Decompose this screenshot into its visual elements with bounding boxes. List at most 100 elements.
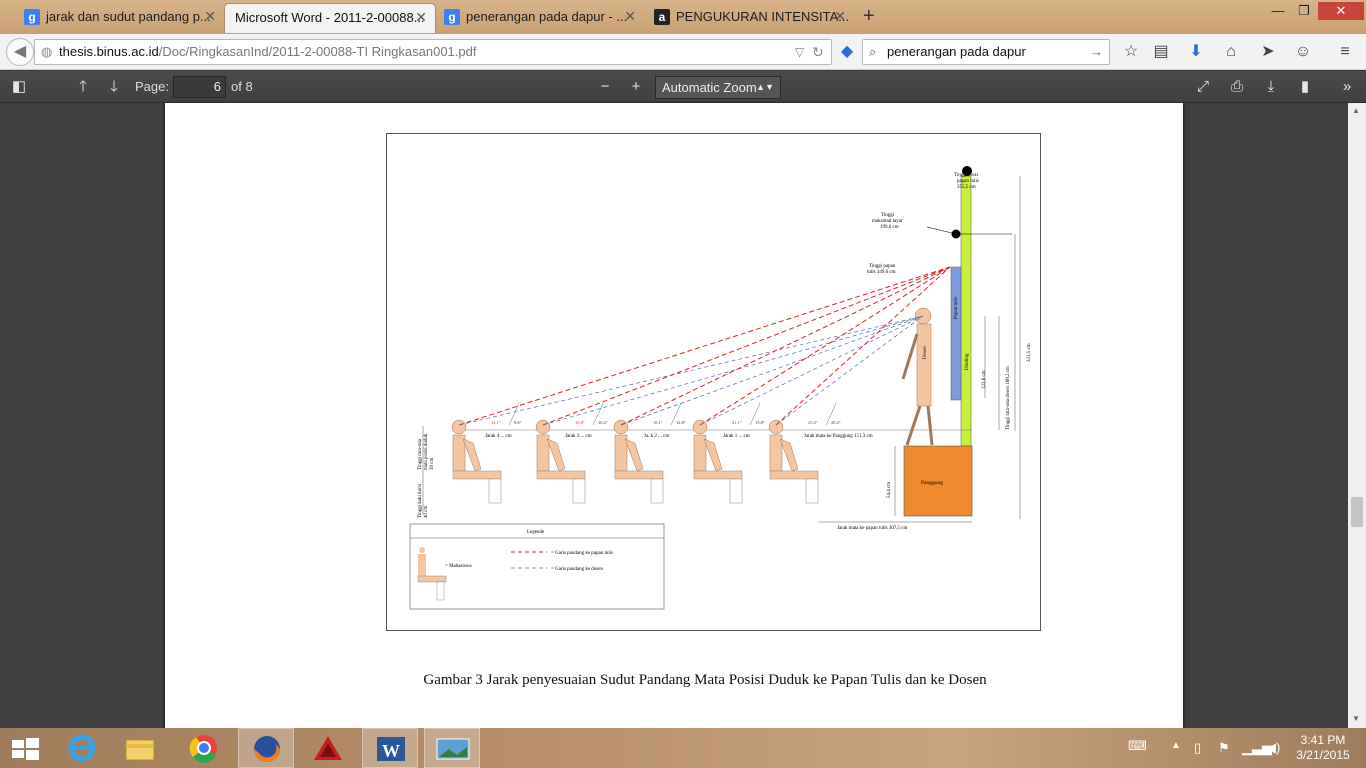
internet-explorer-icon[interactable] [56, 728, 112, 768]
wall [960, 175, 972, 447]
close-tab-icon[interactable]: ✕ [204, 3, 216, 30]
photo-viewer-icon[interactable] [424, 728, 480, 768]
student-figure [768, 419, 819, 504]
jarak-papan-label: Jarak mata ke papan tulis 307,5 cm [837, 526, 908, 531]
papan-tulis-label: Papan tulis [954, 297, 959, 319]
svg-text:W: W [382, 741, 400, 761]
google-g-icon: g [24, 9, 40, 25]
tinggi-awal-label: Tinggi awal papan tulis 255,5 cm [954, 173, 979, 190]
students-group [451, 419, 819, 504]
legend-student: = Mahasiswa [445, 564, 472, 569]
print-icon[interactable]: ⎙ [1226, 77, 1248, 97]
scroll-up-icon[interactable]: ▲ [1352, 106, 1360, 115]
keyboard-icon[interactable]: ⌨ [1128, 738, 1147, 754]
back-button[interactable]: ◀ [6, 38, 34, 66]
tinggi-papan-label: Tinggi papan tulis 149,6 cm [867, 264, 896, 275]
zoom-in-icon[interactable]: + [625, 77, 647, 97]
sightline-to-lecturer [775, 315, 924, 426]
close-tab-icon[interactable]: ✕ [834, 3, 846, 30]
chrome-icon[interactable] [176, 728, 232, 768]
send-icon[interactable]: ➤ [1257, 42, 1279, 62]
angle-to-lecturer: 10,2° [598, 420, 608, 426]
tools-chevron-icon[interactable]: » [1336, 77, 1358, 97]
autocad-icon[interactable] [300, 728, 356, 768]
sightline-to-board [542, 266, 951, 426]
dinding-label: Dinding [965, 353, 970, 370]
bookmark-star-icon[interactable]: ☆ [1120, 42, 1142, 62]
search-bar[interactable]: ⌕ penerangan pada dapur → [862, 39, 1110, 65]
tinggi-kaki-label: Tinggi kaki kursi40 cm [418, 483, 429, 518]
close-tab-icon[interactable]: ✕ [624, 3, 636, 30]
student-figure [451, 419, 502, 504]
close-window-button[interactable]: ✕ [1318, 2, 1364, 20]
page-number-input[interactable]: 6 [173, 76, 226, 98]
scrollbar-thumb[interactable] [1351, 497, 1363, 527]
vertical-scrollbar[interactable]: ▲ ▼ [1348, 103, 1366, 728]
scroll-down-icon[interactable]: ▼ [1352, 714, 1360, 723]
windows-logo-icon [12, 738, 39, 760]
zoom-value: Automatic Zoom [662, 80, 757, 95]
previous-page-icon[interactable]: 🡑 [72, 77, 94, 97]
sightline-to-board [620, 266, 951, 426]
smiley-icon[interactable]: ☺ [1292, 42, 1314, 62]
tab-jarak[interactable]: g jarak dan sudut pandang p... ✕ [6, 3, 224, 33]
page-count: of 8 [231, 79, 253, 94]
fullscreen-icon[interactable]: ⤢ [1192, 77, 1214, 97]
next-page-icon[interactable]: 🡓 [103, 77, 125, 97]
menu-icon[interactable]: ≡ [1334, 42, 1356, 62]
download-icon[interactable]: ⬇ [1185, 42, 1207, 62]
pdf-viewer[interactable]: 14,1° 9,6° 15,8° 10,2° 18,1° 12,8° 21,1° 15,8° 2… [0, 103, 1348, 728]
minimize-button[interactable]: — [1264, 2, 1292, 20]
url-bar[interactable]: ◍ thesis.binus.ac.id/Doc/RingkasanInd/20… [34, 39, 832, 65]
legend-title: Legende [527, 530, 545, 535]
usb-icon[interactable]: ▯ [1194, 740, 1201, 756]
clock-time: 3:41 PM [1300, 733, 1346, 747]
action-center-icon[interactable]: ⚑ [1218, 740, 1230, 756]
clock[interactable]: 3:41 PM 3/21/2015 [1290, 733, 1356, 763]
jarak-label-1: Jarak 1 ... cm [723, 434, 750, 439]
lecturer-figure [901, 307, 934, 446]
panggung-label: Panggung [921, 480, 943, 486]
bookmark-icon[interactable]: ▮ [1294, 77, 1316, 97]
sidebar-toggle-icon[interactable]: ◧ [8, 77, 30, 97]
dropdown-icon[interactable]: ▽ [795, 40, 804, 64]
page-label: Page: [135, 79, 169, 94]
zoom-out-icon[interactable]: − [594, 77, 616, 97]
show-hidden-icons[interactable]: ▲ [1171, 740, 1181, 751]
tab-penerangan[interactable]: g penerangan pada dapur - ... ✕ [436, 3, 644, 33]
save-download-icon[interactable]: ⤓ [1260, 77, 1282, 97]
tab-label: jarak dan sudut pandang p... [46, 9, 211, 24]
angle-to-lecturer: 15,8° [755, 420, 765, 426]
tinggi-maks-label: Tinggi maksimal layar 199,6 cm [872, 213, 903, 230]
reload-icon[interactable]: ↻ [812, 40, 824, 64]
figure-caption: Gambar 3 Jarak penyesuaian Sudut Pandang… [423, 672, 987, 688]
angle-to-lecturer: 9,6° [514, 420, 522, 426]
sightlines-group: 14,1° 9,6° 15,8° 10,2° 18,1° 12,8° 21,1° 15,8° 2… [458, 266, 951, 426]
volume-icon[interactable]: ◀) [1266, 740, 1280, 756]
dim-123-label: 123,6 cm [982, 370, 987, 389]
tab-label: Microsoft Word - 2011-2-00088... [235, 10, 425, 25]
reading-list-icon[interactable]: ▤ [1150, 42, 1172, 62]
file-explorer-icon[interactable] [112, 728, 168, 768]
student-figure [535, 419, 586, 504]
close-tab-icon[interactable]: ✕ [415, 4, 427, 31]
new-tab-button[interactable]: + [863, 4, 883, 28]
search-engine-icon[interactable]: ◆ [836, 42, 858, 62]
tab-pengukuran[interactable]: a PENGUKURAN INTENSITA... ✕ [644, 3, 854, 33]
whiteboard [950, 266, 962, 401]
jarak-label-4: Jarak 4 ... cm [485, 434, 512, 439]
firefox-icon[interactable] [238, 728, 294, 768]
search-input[interactable]: penerangan pada dapur [887, 40, 1026, 64]
tab-label: PENGUKURAN INTENSITA... [676, 9, 850, 24]
dim-54-label: 54,4 cm [887, 482, 892, 498]
academia-a-icon: a [654, 9, 670, 25]
sightline-to-lecturer [458, 315, 924, 426]
start-button[interactable] [0, 728, 56, 768]
angle-to-lecturer: 12,8° [676, 420, 686, 426]
go-arrow-icon[interactable]: → [1090, 40, 1103, 64]
zoom-select[interactable]: Automatic Zoom ▲▼ [655, 76, 781, 99]
restore-button[interactable]: ❐ [1290, 2, 1318, 20]
home-icon[interactable]: ⌂ [1220, 42, 1242, 62]
word-icon[interactable]: W [362, 728, 418, 768]
tab-word-pdf[interactable]: Microsoft Word - 2011-2-00088... ✕ [224, 3, 436, 33]
